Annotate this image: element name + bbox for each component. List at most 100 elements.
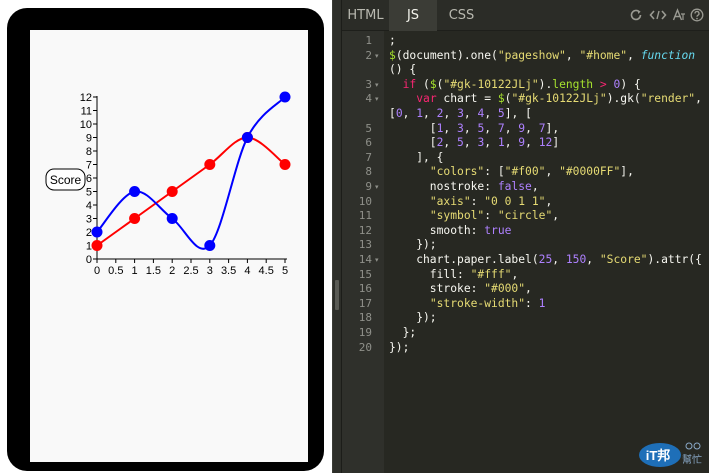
series-1-point — [241, 132, 253, 143]
line-number: 7 — [365, 150, 372, 164]
line-number: 6 — [365, 136, 372, 150]
axes-layer: 01234567891011120 0.5 1 1.5 2 2.5 3 3.5 4 4.5 5 — [80, 92, 288, 277]
code-area[interactable]: ; $(document).one("pageshow", "#home", fu… — [389, 31, 707, 473]
x-tick-label: 4.5 — [259, 265, 274, 277]
fold-toggle-icon[interactable]: ▾ — [375, 78, 379, 92]
y-tick-label: 0 — [86, 254, 92, 266]
line-number: 12 — [358, 223, 372, 237]
y-tick-label: 12 — [80, 92, 92, 104]
line-number: 17 — [358, 296, 372, 310]
line-number: 3 — [365, 77, 372, 91]
tab-js[interactable]: JS — [389, 0, 437, 31]
series-0-point — [166, 186, 178, 197]
refresh-icon[interactable] — [629, 8, 643, 22]
code-line: "symbol": "circle", — [429, 209, 560, 223]
line-number: 1 — [365, 34, 372, 47]
y-tick-label: 4 — [86, 200, 92, 212]
series-0-point — [279, 159, 291, 170]
y-tick-label: 1 — [86, 241, 92, 253]
font-icon[interactable] — [672, 8, 686, 22]
line-number: 4 — [365, 92, 372, 106]
tablet-frame: 0 1 2 3 4 5 6 7 8 9 10 11 12 0 0.5 1 1.5 2 2.5 3 3.5 4 4.5 5 Sc… — [7, 8, 324, 471]
line-number: 13 — [358, 238, 372, 252]
y-tick-label: 7 — [86, 160, 92, 172]
series-0-line — [96, 136, 286, 247]
line-number: 10 — [358, 194, 372, 208]
series-layer — [91, 91, 291, 251]
code-line: $(document).one("pageshow", "#home", fun… — [389, 48, 696, 62]
y-tick-label: 9 — [86, 133, 92, 145]
line-number: 18 — [358, 311, 372, 325]
x-tick-label: 2.5 — [183, 265, 198, 277]
code-line: if ($("#gk-10122JLj").length > 0) { — [402, 77, 641, 91]
code-line: [0, 1, 2, 3, 4, 5], [ — [389, 107, 532, 120]
code-line: [2, 5, 3, 1, 9, 12] — [389, 136, 560, 150]
x-tick-label: 1.5 — [146, 265, 161, 277]
code-line: var chart = $("#gk-10122JLj").gk("render… — [416, 92, 702, 106]
line-number: 16 — [358, 282, 372, 296]
score-label: Score — [45, 168, 86, 191]
embed-code-icon[interactable] — [649, 8, 667, 22]
line-number: 19 — [358, 326, 372, 339]
code-line: }); — [389, 311, 437, 325]
code-line: nostroke: false, — [389, 180, 539, 193]
line-number: 11 — [358, 209, 372, 223]
preview-pane: 0 1 2 3 4 5 6 7 8 9 10 11 12 0 0.5 1 1.5 2 2.5 3 3.5 4 4.5 5 Sc… — [0, 0, 332, 473]
line-number: 20 — [358, 340, 372, 354]
series-1-point — [279, 91, 291, 103]
divider-grip[interactable] — [335, 280, 339, 310]
code-line: "axis": "0 0 1 1", — [429, 194, 553, 208]
help-icon[interactable] — [690, 8, 704, 22]
fold-toggle-icon[interactable]: ▾ — [375, 253, 379, 267]
series-0-point — [91, 240, 103, 251]
fold-toggle-icon[interactable]: ▾ — [375, 92, 379, 106]
code-line: ; — [389, 34, 396, 47]
series-0-point — [129, 213, 141, 224]
tab-css[interactable]: CSS — [437, 0, 486, 31]
x-tick-label: 1 — [132, 265, 138, 277]
tab-html[interactable]: HTML — [342, 0, 389, 31]
code-line: stroke: "#000", — [389, 282, 532, 296]
y-tick-label: 6 — [86, 173, 92, 185]
fold-toggle-icon[interactable]: ▾ — [375, 49, 379, 63]
line-number-gutter: 1 2 ▾ 3 ▾ 4 ▾ 5 6 7 8 9 ▾ 10 11 12 13 14 ▾ 15 16 17 18 19 20 — [342, 31, 384, 473]
code-editor: HTML JS CSS 1 2 ▾ 3 ▾ 4 ▾ 5 6 7 8 9 ▾ 10 11 12 13 14 ▾ 15 16… — [342, 0, 709, 473]
line-number: 5 — [365, 121, 372, 135]
code-line: () { — [389, 63, 417, 77]
line-chart: 01234567891011120 0.5 1 1.5 2 2.5 3 3.5 4 4.5 5 Sc… — [45, 91, 291, 277]
itbang-watermark: iT邦 幫忙 — [639, 442, 702, 467]
code-line: ], { — [389, 150, 444, 164]
series-1-point — [204, 240, 216, 251]
editor-tabbar: HTML JS CSS — [342, 0, 709, 31]
code-line: "stroke-width": 1 — [429, 296, 546, 310]
x-tick-label: 4 — [244, 265, 250, 277]
y-tick-label: 10 — [80, 119, 92, 131]
y-tick-label: 3 — [86, 214, 92, 226]
watermark-brand: iT邦 — [646, 448, 671, 463]
pane-divider[interactable] — [332, 0, 342, 473]
line-number: 9 — [365, 180, 372, 193]
x-tick-label: 3 — [207, 265, 213, 277]
x-tick-label: 0.5 — [108, 265, 123, 277]
tablet-screen: 0 1 2 3 4 5 6 7 8 9 10 11 12 0 0.5 1 1.5 2 2.5 3 3.5 4 4.5 5 Sc… — [30, 30, 308, 462]
y-tick-label: 5 — [86, 187, 92, 199]
y-tick-label: 11 — [81, 106, 92, 118]
fold-toggle-icon[interactable]: ▾ — [375, 180, 379, 194]
watermark-sub: 幫忙 — [682, 453, 702, 466]
series-1-point — [129, 186, 141, 197]
code-line: }); — [389, 340, 410, 354]
y-tick-label: 8 — [86, 146, 92, 158]
x-tick-label: 3.5 — [221, 265, 236, 277]
code-line: }); — [389, 238, 437, 252]
series-0-point — [204, 159, 216, 170]
code-line: [1, 3, 5, 7, 9, 7], — [389, 121, 560, 135]
series-1-point — [91, 226, 103, 238]
x-tick-label: 5 — [282, 265, 288, 277]
x-tick-label: 0 — [94, 265, 100, 277]
code-line: }; — [389, 326, 417, 339]
code-line: chart.paper.label(25, 150, "Score").attr… — [389, 253, 702, 266]
line-number: 8 — [365, 165, 372, 179]
code-line: "colors": ["#f00", "#0000FF"], — [429, 165, 634, 179]
series-1-point — [166, 213, 178, 224]
code-line: smooth: true — [389, 223, 512, 237]
